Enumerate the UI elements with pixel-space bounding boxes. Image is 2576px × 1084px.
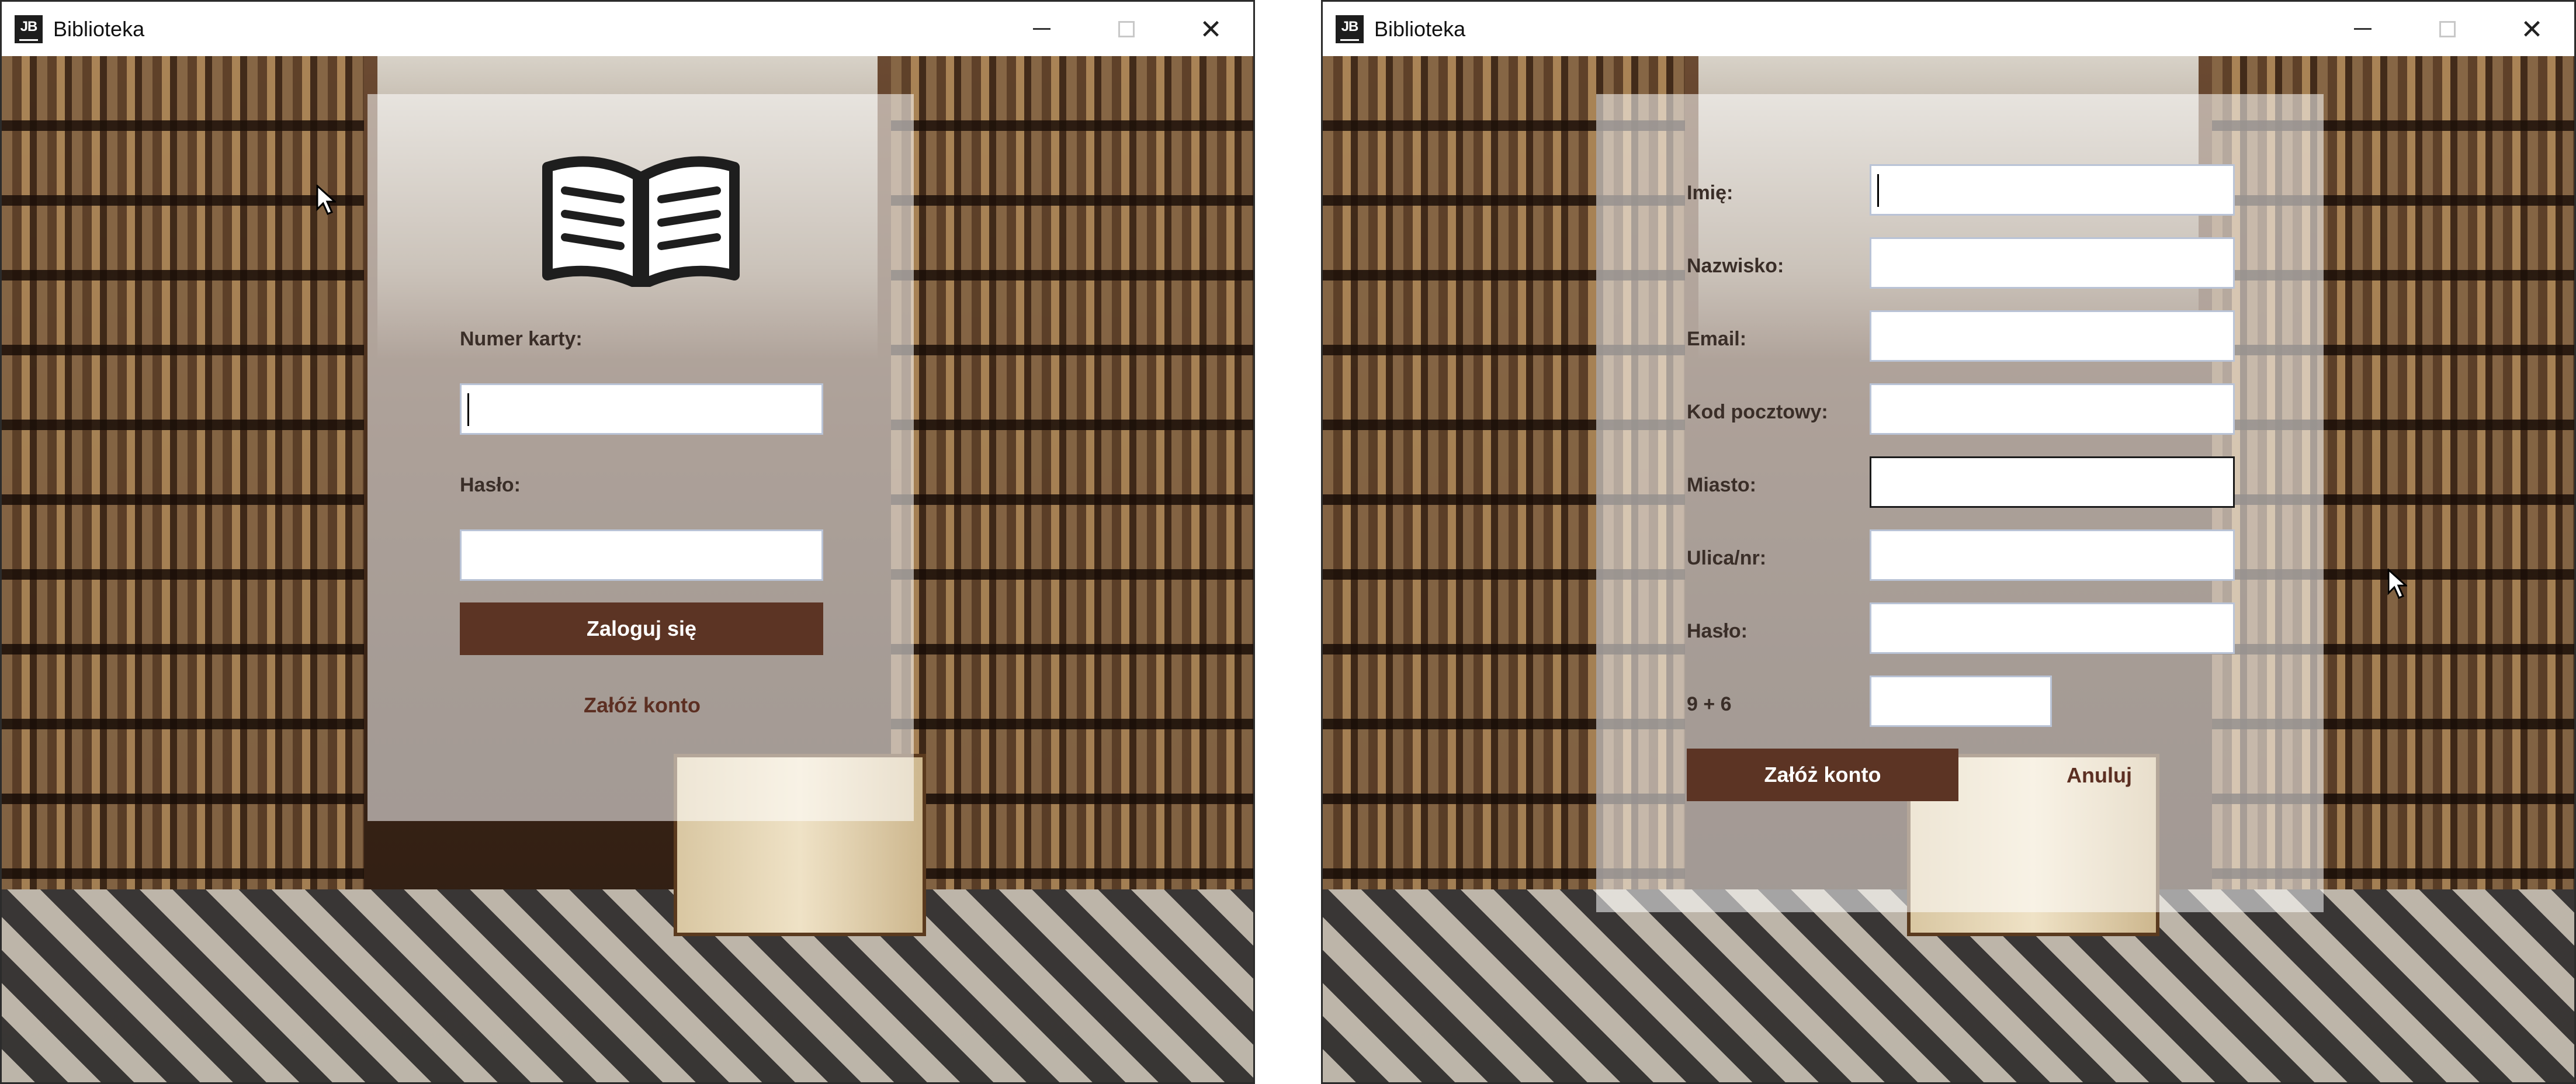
captcha-input[interactable] bbox=[1870, 676, 2052, 727]
maximize-button[interactable] bbox=[1084, 2, 1169, 56]
close-icon: ✕ bbox=[1199, 13, 1222, 44]
background-floor bbox=[2, 889, 1253, 1082]
app-icon: JB bbox=[1336, 15, 1364, 43]
email-label: Email: bbox=[1687, 328, 1747, 350]
login-window: JB Biblioteka ✕ Numer karty: Hasło: Zalo… bbox=[0, 0, 1255, 1084]
minimize-icon bbox=[1032, 28, 1050, 30]
captcha-label: 9 + 6 bbox=[1687, 693, 1732, 715]
minimize-button[interactable] bbox=[999, 2, 1084, 56]
last-name-input[interactable] bbox=[1870, 237, 2235, 289]
register-window: JB Biblioteka ✕ Imię: Nazwisko: Email: K… bbox=[1321, 0, 2576, 1084]
app-icon: JB bbox=[15, 15, 43, 43]
close-icon: ✕ bbox=[2520, 13, 2543, 44]
city-input[interactable] bbox=[1870, 456, 2235, 508]
library-background: Numer karty: Hasło: Zaloguj się Załóż ko… bbox=[2, 56, 1253, 1082]
book-icon bbox=[542, 156, 740, 287]
mouse-cursor-icon bbox=[316, 185, 336, 215]
cancel-link[interactable]: Anuluj bbox=[2067, 763, 2132, 788]
text-caret bbox=[1877, 174, 1879, 207]
window-controls: ✕ bbox=[2320, 2, 2574, 56]
mouse-cursor-icon bbox=[2387, 569, 2407, 599]
password-input[interactable] bbox=[1870, 602, 2235, 654]
first-name-input[interactable] bbox=[1870, 164, 2235, 216]
card-number-input[interactable] bbox=[460, 383, 823, 435]
close-button[interactable]: ✕ bbox=[2490, 2, 2574, 56]
city-label: Miasto: bbox=[1687, 474, 1756, 496]
text-caret bbox=[467, 393, 469, 426]
window-controls: ✕ bbox=[999, 2, 1253, 56]
login-button[interactable]: Zaloguj się bbox=[460, 602, 823, 655]
street-input[interactable] bbox=[1870, 529, 2235, 581]
register-submit-button[interactable]: Załóż konto bbox=[1687, 749, 1958, 801]
minimize-icon bbox=[2353, 28, 2372, 30]
title-bar[interactable]: JB Biblioteka ✕ bbox=[1323, 2, 2574, 56]
maximize-icon bbox=[1118, 20, 1135, 37]
postal-code-input[interactable] bbox=[1870, 383, 2235, 435]
maximize-icon bbox=[2439, 20, 2456, 37]
password-label: Hasło: bbox=[1687, 620, 1748, 642]
minimize-button[interactable] bbox=[2320, 2, 2405, 56]
register-panel: Imię: Nazwisko: Email: Kod pocztowy: Mia… bbox=[1596, 94, 2324, 912]
card-number-label: Numer karty: bbox=[460, 328, 583, 350]
last-name-label: Nazwisko: bbox=[1687, 255, 1784, 277]
login-panel: Numer karty: Hasło: Zaloguj się Załóż ko… bbox=[367, 94, 914, 821]
window-title: Biblioteka bbox=[53, 16, 145, 41]
library-background: Imię: Nazwisko: Email: Kod pocztowy: Mia… bbox=[1323, 56, 2574, 1082]
close-button[interactable]: ✕ bbox=[1169, 2, 1253, 56]
password-input[interactable] bbox=[460, 529, 823, 581]
maximize-button[interactable] bbox=[2405, 2, 2490, 56]
window-title: Biblioteka bbox=[1374, 16, 1466, 41]
email-input[interactable] bbox=[1870, 310, 2235, 362]
street-label: Ulica/nr: bbox=[1687, 547, 1767, 569]
title-bar[interactable]: JB Biblioteka ✕ bbox=[2, 2, 1253, 56]
register-link[interactable]: Załóż konto bbox=[584, 693, 701, 718]
background-bookshelf-left bbox=[2, 56, 364, 889]
password-label: Hasło: bbox=[460, 474, 521, 496]
postal-code-label: Kod pocztowy: bbox=[1687, 401, 1828, 423]
background-bookshelf-right bbox=[891, 56, 1253, 889]
first-name-label: Imię: bbox=[1687, 182, 1733, 204]
